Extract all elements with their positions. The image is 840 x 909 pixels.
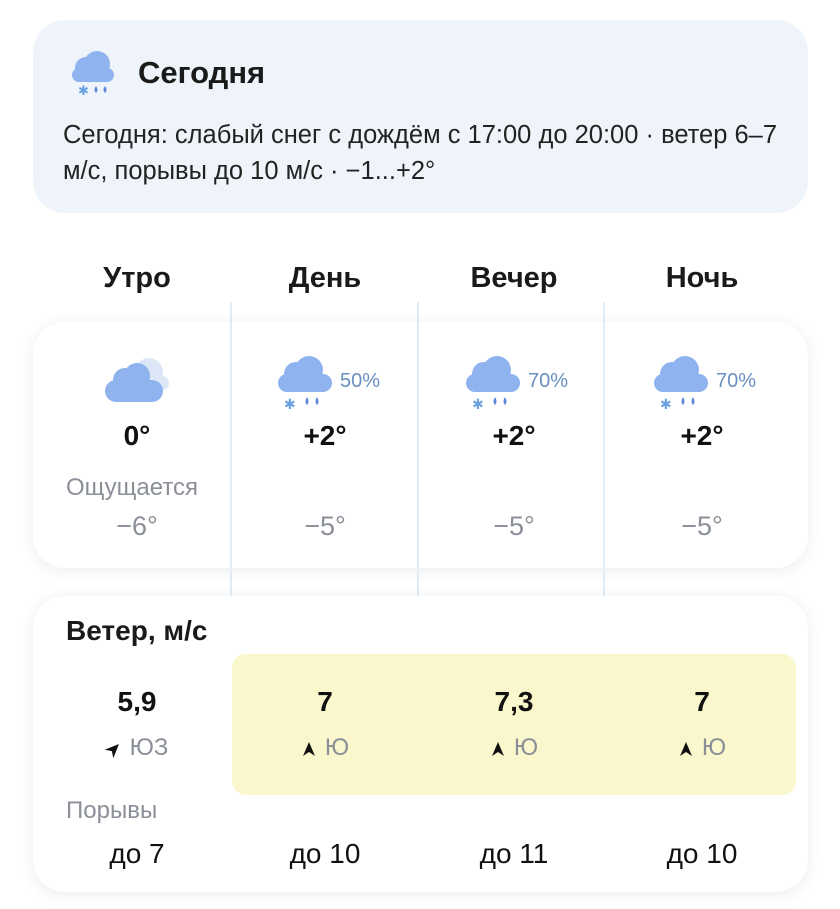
- gust-day: до 10: [289, 838, 361, 869]
- wind-arrow-icon: [302, 742, 315, 756]
- feels-like-label: Ощущается: [66, 474, 199, 501]
- cloud-snow-rain-icon: ✱: [278, 356, 332, 410]
- wind-direction-morning: ЮЗ: [47, 734, 227, 762]
- gusts-label: Порывы: [66, 797, 158, 824]
- period-header-night: Ночь: [665, 262, 739, 294]
- column-divider: [230, 322, 232, 568]
- column-divider: [417, 302, 419, 322]
- gust-evening: до 11: [479, 838, 549, 869]
- wind-direction-night: Ю: [612, 734, 792, 762]
- feels-like-day: −5°: [304, 511, 346, 541]
- column-divider: [230, 570, 232, 596]
- wind-speed-evening: 7,3: [494, 686, 534, 717]
- summary-title: Сегодня: [138, 55, 266, 90]
- wind-title: Ветер, м/с: [66, 615, 208, 646]
- wind-arrow-icon: [104, 744, 119, 759]
- temperature-morning: 0°: [123, 420, 151, 451]
- svg-text:✱: ✱: [660, 397, 672, 410]
- period-header-evening: Вечер: [470, 262, 558, 294]
- column-divider: [603, 570, 605, 596]
- gust-morning: до 7: [109, 838, 165, 869]
- partly-cloudy-icon: [105, 358, 169, 402]
- wind-arrow-icon: [491, 742, 504, 756]
- summary-text: Сегодня: слабый снег с дождём с 17:00 до…: [63, 121, 778, 185]
- wind-arrow-icon: [679, 742, 692, 756]
- cloud-snow-rain-icon: ✱: [466, 356, 520, 410]
- temperature-night: +2°: [680, 420, 724, 451]
- wind-direction-label: ЮЗ: [129, 734, 169, 761]
- svg-text:✱: ✱: [472, 397, 484, 410]
- wind-speed-night: 7: [694, 686, 710, 717]
- temperature-evening: +2°: [492, 420, 536, 451]
- column-divider: [417, 570, 419, 596]
- wind-direction-evening: Ю: [424, 734, 604, 762]
- wind-direction-label: Ю: [513, 734, 539, 761]
- gust-night: до 10: [666, 838, 738, 869]
- precipitation-chance: 70%: [528, 370, 569, 392]
- temperature-day: +2°: [303, 420, 347, 451]
- precipitation-chance: 50%: [340, 370, 381, 392]
- wind-direction-day: Ю: [235, 734, 415, 762]
- feels-like-evening: −5°: [493, 511, 535, 541]
- column-divider: [603, 302, 605, 322]
- wind-speed-day: 7: [317, 686, 333, 717]
- period-header-day: День: [288, 262, 362, 294]
- svg-text:✱: ✱: [284, 397, 296, 410]
- precipitation-chance: 70%: [716, 370, 757, 392]
- feels-like-night: −5°: [681, 511, 723, 541]
- wind-speed-morning: 5,9: [117, 686, 157, 717]
- svg-text:✱: ✱: [78, 84, 89, 98]
- wind-direction-label: Ю: [324, 734, 350, 761]
- wind-highlight: [232, 654, 796, 795]
- column-divider: [417, 322, 419, 568]
- cloud-snow-rain-icon: ✱: [654, 356, 708, 410]
- period-header-morning: Утро: [103, 262, 171, 294]
- column-divider: [230, 302, 232, 322]
- wind-direction-label: Ю: [701, 734, 727, 761]
- cloud-snow-rain-icon: ✱: [72, 51, 114, 98]
- feels-like-morning: −6°: [116, 511, 158, 541]
